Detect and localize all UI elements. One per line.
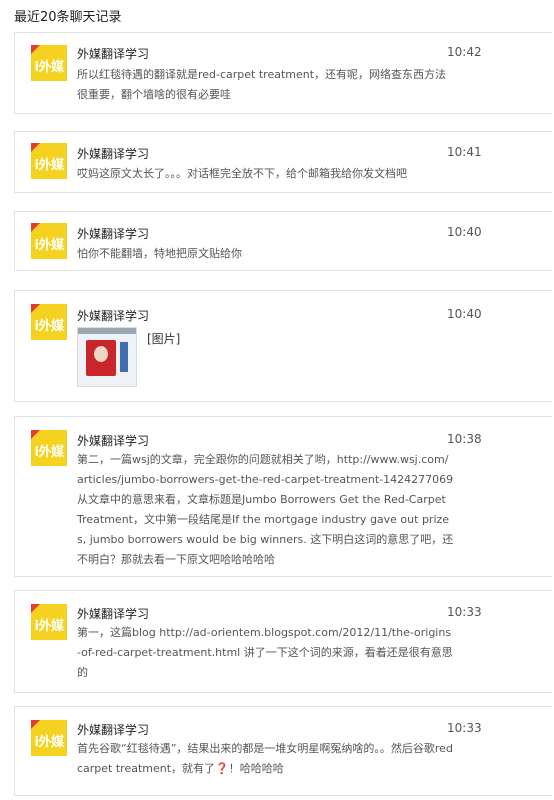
message-time: 10:33: [447, 721, 482, 735]
message-sender[interactable]: 外媒翻译学习: [77, 605, 149, 622]
avatar[interactable]: i外媒: [31, 720, 67, 756]
avatar-corner-icon: [31, 143, 40, 152]
avatar-logo: i外媒: [34, 238, 64, 253]
chat-message[interactable]: i外媒 外媒翻译学习 10:40 怕你不能翻墙，特地把原文贴给你: [14, 211, 552, 271]
message-text: 哎妈这原文太长了。。。对话框完全放不下，给个邮箱我给你发文档吧: [77, 167, 407, 180]
message-text: 怕你不能翻墙，特地把原文贴给你: [77, 247, 242, 260]
image-thumbnail[interactable]: [77, 327, 137, 387]
chat-message[interactable]: i外媒 外媒翻译学习 10:42 所以红毯待遇的翻译就是red-carpet t…: [14, 32, 552, 114]
message-time: 10:41: [447, 145, 482, 159]
chat-message[interactable]: i外媒 外媒翻译学习 10:41 哎妈这原文太长了。。。对话框完全放不下，给个邮…: [14, 131, 552, 193]
message-time: 10:33: [447, 605, 482, 619]
message-time: 10:40: [447, 307, 482, 321]
chat-message[interactable]: i外媒 外媒翻译学习 10:33 首先谷歌“红毯待遇”，结果出来的都是一堆女明星…: [14, 706, 552, 796]
avatar-corner-icon: [31, 304, 40, 313]
image-label: [图片]: [147, 332, 181, 346]
chat-message[interactable]: i外媒 外媒翻译学习 10:38 第二，一篇wsj的文章，完全跟你的问题就相关了…: [14, 416, 552, 577]
message-sender[interactable]: 外媒翻译学习: [77, 432, 149, 449]
message-sender[interactable]: 外媒翻译学习: [77, 307, 149, 324]
message-sender[interactable]: 外媒翻译学习: [77, 721, 149, 738]
avatar-corner-icon: [31, 45, 40, 54]
avatar-logo: i外媒: [34, 619, 64, 634]
avatar[interactable]: i外媒: [31, 604, 67, 640]
avatar[interactable]: i外媒: [31, 45, 67, 81]
message-text: 首先谷歌“红毯待遇”，结果出来的都是一堆女明星啊冤纳啥的。。然后谷歌red ca…: [77, 739, 455, 779]
avatar-logo: i外媒: [34, 735, 64, 750]
avatar[interactable]: i外媒: [31, 304, 67, 340]
chat-message[interactable]: i外媒 外媒翻译学习 10:33 第一，这篇blog http://ad-ori…: [14, 590, 552, 693]
message-text-part: ！哈哈哈哈: [228, 762, 284, 775]
avatar-logo: i外媒: [34, 60, 64, 75]
avatar[interactable]: i外媒: [31, 430, 67, 466]
chat-message[interactable]: i外媒 外媒翻译学习 10:40 [图片]: [14, 290, 552, 402]
message-text: 第一，这篇blog http://ad-orientem.blogspot.co…: [77, 626, 453, 679]
message-sender[interactable]: 外媒翻译学习: [77, 45, 149, 62]
message-time: 10:40: [447, 225, 482, 239]
avatar-corner-icon: [31, 720, 40, 729]
message-text: 第二，一篇wsj的文章，完全跟你的问题就相关了哟，http://www.wsj.…: [77, 453, 454, 566]
avatar-logo: i外媒: [34, 319, 64, 334]
avatar[interactable]: i外媒: [31, 223, 67, 259]
avatar-corner-icon: [31, 604, 40, 613]
avatar-corner-icon: [31, 430, 40, 439]
avatar-logo: i外媒: [34, 158, 64, 173]
avatar-corner-icon: [31, 223, 40, 232]
message-sender[interactable]: 外媒翻译学习: [77, 145, 149, 162]
avatar[interactable]: i外媒: [31, 143, 67, 179]
avatar-logo: i外媒: [34, 445, 64, 460]
message-time: 10:38: [447, 432, 482, 446]
message-sender[interactable]: 外媒翻译学习: [77, 225, 149, 242]
page-title: 最近20条聊天记录: [14, 10, 122, 25]
message-time: 10:42: [447, 45, 482, 59]
question-mark-icon: ❓: [215, 762, 229, 775]
message-text: 所以红毯待遇的翻译就是red-carpet treatment，还有呢，网络查东…: [77, 68, 447, 101]
